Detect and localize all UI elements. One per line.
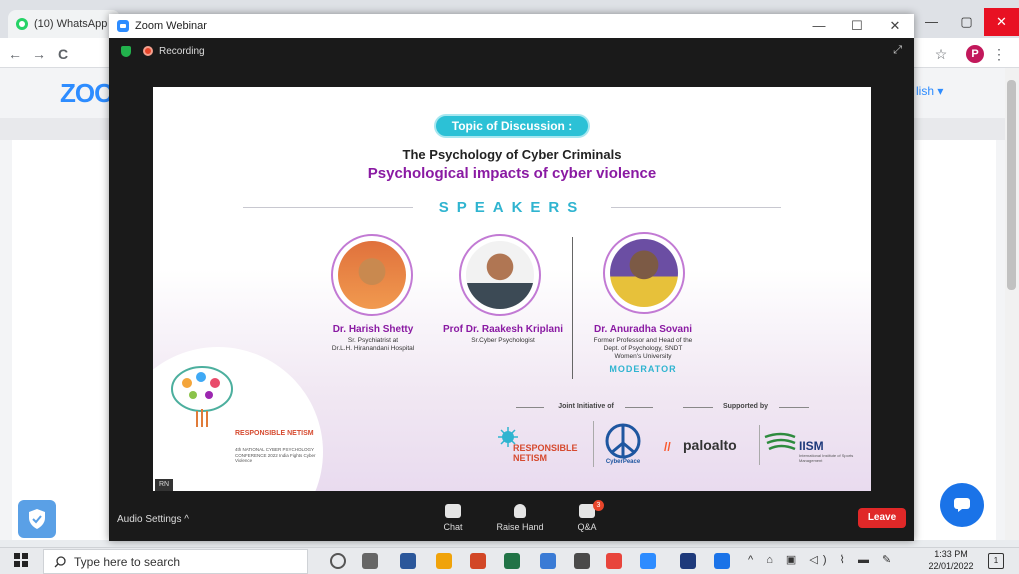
qa-label: Q&A (577, 522, 597, 532)
speaker-name-1: Dr. Harish Shetty (332, 324, 414, 335)
minimize-button[interactable]: — (914, 8, 949, 36)
windows-start-icon[interactable] (14, 553, 28, 567)
search-placeholder: Type here to search (74, 554, 181, 569)
close-button[interactable]: ✕ (984, 8, 1019, 36)
browser-menu-icon[interactable]: ⋮ (990, 45, 1008, 63)
speaker-photo-3 (603, 232, 685, 314)
page-card-left (12, 140, 109, 540)
speaker-role-1: Sr. Psychiatrist at Dr.L.H. Hiranandani … (331, 337, 415, 352)
taskbar-app-icon[interactable] (606, 553, 622, 569)
paloalto-logo: paloalto (683, 437, 737, 453)
leave-button[interactable]: Leave (858, 508, 906, 528)
system-tray-icons[interactable]: ^ ⌂ ▣ ◁) ⌇ ▬ ✎ (748, 553, 896, 566)
zoom-logo: ZOO (60, 78, 114, 108)
forward-button[interactable]: → (30, 45, 48, 63)
meeting-topbar: Recording ⤢ (109, 38, 914, 64)
taskbar-app-icon[interactable] (330, 553, 346, 569)
qa-count-badge: 3 (593, 500, 604, 511)
taskbar-app-icon[interactable] (504, 553, 520, 569)
reload-button[interactable]: C (54, 45, 72, 63)
speaker-photo-2 (459, 234, 541, 316)
taskbar-clock[interactable]: 1:33 PM 22/01/2022 (921, 548, 981, 572)
responsible-netism-text: RESPONSIBLE NETISM (513, 443, 578, 463)
divider-line (611, 207, 781, 208)
tab-label: (10) WhatsApp (34, 18, 108, 30)
profile-avatar[interactable]: P (966, 45, 984, 63)
browser-window-controls: — ▢ ✕ (914, 8, 1019, 36)
cyberpeace-text: CyberPeace (605, 459, 641, 465)
zoom-titlebar: Zoom Webinar — ☐ ✕ (109, 14, 914, 38)
slide-title-line1: The Psychology of Cyber Criminals (402, 147, 622, 162)
conference-title: RESPONSIBLE NETISM (235, 430, 314, 437)
shield-check-icon (29, 509, 45, 529)
zoom-minimize-button[interactable]: — (800, 18, 838, 34)
taskbar-app-icon[interactable] (714, 553, 730, 569)
maximize-button[interactable]: ▢ (949, 8, 984, 36)
window-title: Zoom Webinar (135, 20, 207, 32)
taskbar-search[interactable]: Type here to search (43, 549, 308, 574)
audio-settings-button[interactable]: Audio Settings ^ (117, 514, 189, 525)
speaker-photo-1 (331, 234, 413, 316)
topic-pill: Topic of Discussion : (434, 114, 590, 138)
taskbar-app-icon[interactable] (400, 553, 416, 569)
speaker-name-3: Dr. Anuradha Sovani (594, 324, 692, 335)
paloalto-mark: // (664, 440, 671, 454)
encryption-shield-icon[interactable] (121, 45, 131, 57)
iism-subtitle: International Institute of Sports Manage… (799, 453, 854, 463)
logo-separator (759, 425, 760, 465)
speaker-name-2: Prof Dr. Raakesh Kriplani (442, 324, 564, 335)
taskbar-app-icon[interactable] (436, 553, 452, 569)
raise-hand-button[interactable]: Raise Hand (490, 502, 550, 532)
participant-badge: RN (155, 479, 173, 491)
clock-date: 22/01/2022 (928, 561, 974, 571)
whatsapp-icon (16, 18, 28, 30)
divider-line (625, 407, 653, 408)
scrollbar-thumb[interactable] (1007, 80, 1016, 290)
chat-widget-button[interactable] (940, 483, 984, 527)
raise-hand-label: Raise Hand (496, 522, 544, 532)
taskbar-app-icon[interactable] (470, 553, 486, 569)
taskbar-app-icon[interactable] (640, 553, 656, 569)
meeting-controls-bar: Audio Settings ^ Chat Raise Hand Q&A 3 L… (109, 498, 914, 541)
search-icon (54, 555, 66, 567)
hand-icon (514, 504, 526, 518)
shield-button[interactable] (18, 500, 56, 538)
zoom-maximize-button[interactable]: ☐ (838, 18, 876, 34)
conference-subtitle: 4th NATIONAL CYBER PSYCHOLOGY CONFERENCE… (235, 447, 316, 463)
recording-icon (143, 46, 153, 56)
iism-logo: IISM (799, 439, 824, 453)
moderator-label: MODERATOR (609, 364, 677, 374)
divider-line (243, 207, 413, 208)
zoom-close-button[interactable]: ✕ (876, 18, 914, 34)
chat-bubble-icon (954, 498, 970, 512)
bookmark-star-icon[interactable]: ☆ (932, 45, 950, 63)
chat-icon (445, 504, 461, 518)
browser-tab-whatsapp[interactable]: (10) WhatsApp (8, 10, 120, 38)
slide-title-line2: Psychological impacts of cyber violence (367, 165, 657, 182)
qa-button[interactable]: Q&A (557, 502, 617, 532)
clock-time: 1:33 PM (934, 549, 968, 559)
speaker-role-3: Former Professor and Head of the Dept. o… (593, 337, 693, 360)
divider-line (779, 407, 809, 408)
zoom-app-icon (117, 20, 129, 32)
page-card-right (914, 140, 996, 540)
recording-label: Recording (159, 45, 205, 57)
speakers-heading: SPEAKERS (438, 199, 586, 216)
notification-center-icon[interactable]: 1 (988, 553, 1004, 569)
chat-label: Chat (443, 522, 463, 532)
taskbar-app-icon[interactable] (362, 553, 378, 569)
shared-screen-slide: Topic of Discussion : The Psychology of … (153, 87, 871, 491)
chat-button[interactable]: Chat (423, 502, 483, 532)
taskbar-app-icon[interactable] (574, 553, 590, 569)
zoom-webinar-window: Zoom Webinar — ☐ ✕ Recording ⤢ Topic of … (109, 14, 914, 541)
taskbar-app-icon[interactable] (680, 553, 696, 569)
back-button[interactable]: ← (6, 45, 24, 63)
zoom-window-controls: — ☐ ✕ (800, 18, 914, 34)
taskbar-app-icon[interactable] (540, 553, 556, 569)
speaker-role-2: Sr.Cyber Psychologist (471, 337, 535, 344)
fullscreen-icon[interactable]: ⤢ (893, 44, 902, 57)
language-selector[interactable]: lish ▾ (916, 84, 943, 98)
iism-mark-icon (764, 432, 796, 451)
brain-tree-logo (171, 366, 233, 427)
